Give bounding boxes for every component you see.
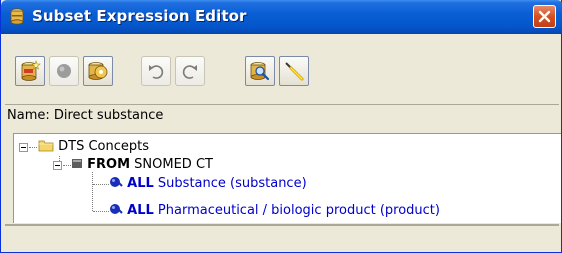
tree-connector: [93, 211, 109, 213]
tree-connector: [93, 184, 109, 186]
edit-tool-icon: [285, 62, 304, 81]
tree-node-root[interactable]: DTS Concepts: [38, 138, 149, 156]
inspect-icon: [250, 62, 270, 81]
new-expression-icon: [21, 60, 41, 81]
record-button[interactable]: [49, 56, 79, 86]
tree-connector: [63, 165, 71, 167]
collapse-toggle-from[interactable]: [53, 161, 62, 170]
inspect-button[interactable]: [245, 56, 275, 86]
database-button[interactable]: [83, 56, 113, 86]
from-label: SNOMED CT: [134, 157, 213, 172]
tree-node-item[interactable]: ALL Substance (substance): [109, 175, 307, 193]
expression-name-label: Name: Direct substance: [7, 108, 164, 123]
toolbar-separator: [5, 104, 559, 105]
new-expression-button[interactable]: [15, 56, 45, 86]
database-icon: [88, 62, 108, 80]
redo-button[interactable]: [175, 56, 205, 86]
toolbar: [5, 36, 559, 103]
bottom-panel: [5, 224, 559, 248]
from-node-icon: [72, 159, 82, 168]
concept-ball-icon: [110, 177, 123, 187]
edit-tool-button[interactable]: [279, 56, 309, 86]
collapse-toggle-root[interactable]: [19, 143, 28, 152]
folder-icon: [38, 140, 54, 152]
expression-tree: DTS Concepts FROM SNOMED CT ALL Substanc…: [13, 133, 561, 223]
tree-connector: [29, 147, 37, 149]
close-button[interactable]: [533, 5, 556, 28]
tree-node-from[interactable]: FROM SNOMED CT: [71, 156, 213, 174]
all-keyword: ALL: [127, 176, 154, 191]
tree-connector: [92, 172, 94, 211]
window-title: Subset Expression Editor: [32, 7, 247, 25]
tree-node-label: DTS Concepts: [58, 139, 150, 154]
redo-icon: [182, 65, 197, 79]
subset-expression-editor-window: Subset Expression Editor Name: Direct su…: [0, 0, 562, 253]
undo-icon: [149, 65, 164, 79]
tree-node-item[interactable]: ALL Pharmaceutical / biologic product (p…: [109, 202, 440, 220]
record-icon: [57, 64, 71, 78]
close-icon: [538, 10, 551, 23]
app-cylinder-icon: [10, 8, 24, 25]
concept-ball-icon: [110, 204, 123, 214]
title-bar[interactable]: Subset Expression Editor: [1, 0, 562, 34]
item-label: Substance (substance): [157, 176, 307, 191]
from-keyword: FROM: [87, 157, 131, 172]
item-label: Pharmaceutical / biologic product (produ…: [157, 203, 440, 218]
all-keyword: ALL: [127, 203, 154, 218]
undo-button[interactable]: [141, 56, 171, 86]
